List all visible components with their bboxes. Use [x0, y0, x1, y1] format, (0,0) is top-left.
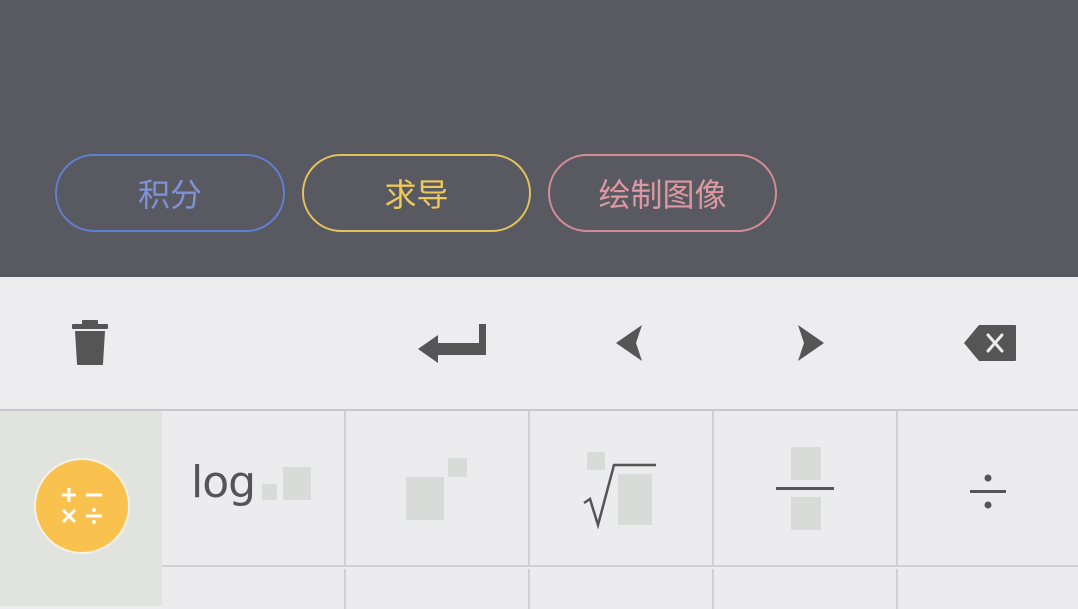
- enter-icon: [418, 324, 486, 363]
- keypad-sidebar: [0, 411, 162, 606]
- fraction-key[interactable]: [714, 411, 898, 567]
- divide-icon: [970, 474, 1006, 509]
- cursor-right-button[interactable]: [760, 277, 860, 409]
- log-base-placeholder: [262, 484, 277, 500]
- cursor-left-icon: [616, 325, 642, 361]
- clear-button[interactable]: [40, 277, 140, 409]
- key-row2-cell[interactable]: [714, 569, 898, 609]
- denominator-placeholder: [791, 497, 821, 530]
- keyboard-toolbar: [0, 277, 1078, 411]
- log-label: log: [191, 457, 256, 508]
- key-row2-cell[interactable]: [898, 569, 1078, 609]
- numerator-placeholder: [791, 447, 821, 480]
- operators-toggle-button[interactable]: [36, 460, 128, 552]
- log-argument-placeholder: [283, 467, 311, 500]
- integral-button[interactable]: 积分: [55, 154, 285, 232]
- key-row2-cell[interactable]: [162, 569, 346, 609]
- trash-icon: [72, 320, 108, 365]
- backspace-icon: [964, 325, 1016, 361]
- expression-display: 积分 求导 绘制图像: [0, 0, 1078, 277]
- nth-root-key[interactable]: [530, 411, 714, 567]
- root-radicand-placeholder: [618, 474, 652, 525]
- fraction-bar: [776, 487, 834, 490]
- key-row2-cell[interactable]: [530, 569, 714, 609]
- plus-minus-times-divide-icon: [61, 488, 102, 524]
- backspace-button[interactable]: [940, 277, 1040, 409]
- divide-key[interactable]: [898, 411, 1078, 567]
- power-base-placeholder: [406, 477, 444, 520]
- log-key[interactable]: log: [162, 411, 346, 567]
- power-key[interactable]: [346, 411, 530, 567]
- graph-button[interactable]: 绘制图像: [548, 154, 777, 232]
- cursor-right-icon: [798, 325, 824, 361]
- derivative-button[interactable]: 求导: [302, 154, 531, 232]
- keypad: log: [0, 411, 1078, 609]
- cursor-left-button[interactable]: [580, 277, 680, 409]
- enter-button[interactable]: [402, 277, 502, 409]
- key-row2-cell[interactable]: [346, 569, 530, 609]
- power-exponent-placeholder: [448, 458, 467, 477]
